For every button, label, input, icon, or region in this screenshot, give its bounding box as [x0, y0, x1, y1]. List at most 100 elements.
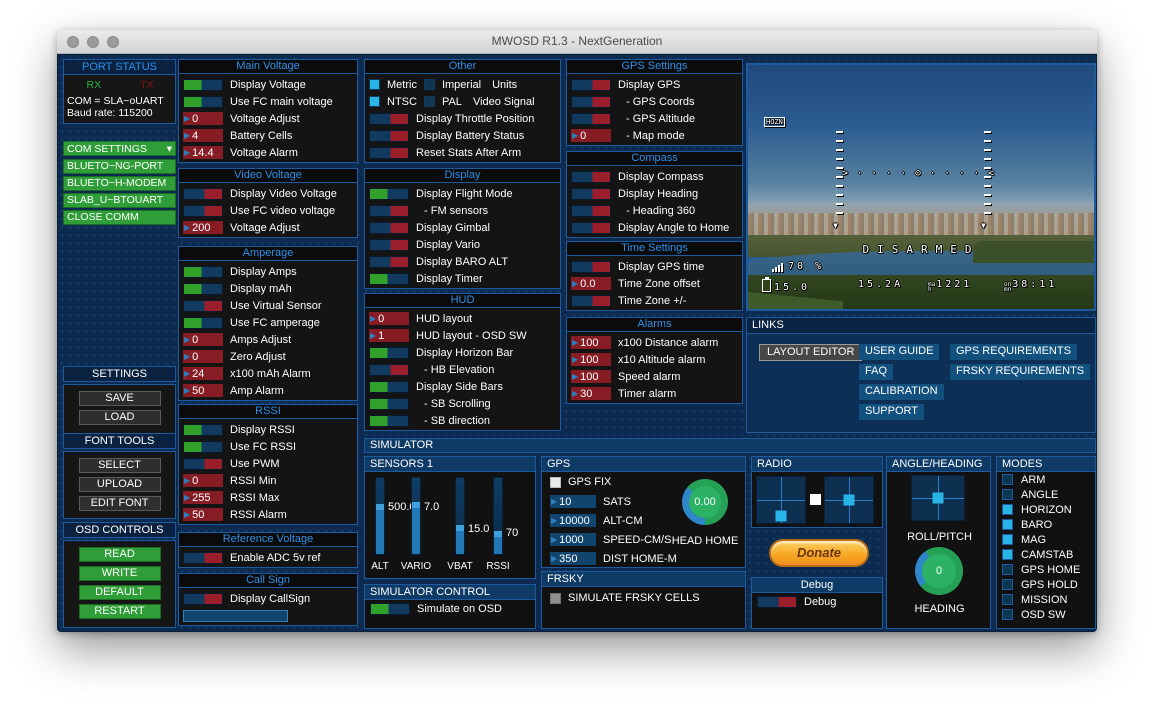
radio-stick-left[interactable] [756, 476, 806, 524]
com-settings-dropdown[interactable]: COM SETTINGS ▾ [63, 141, 176, 156]
checkbox-unchecked[interactable] [424, 79, 435, 90]
link-button[interactable]: FRSKY REQUIREMENTS [950, 364, 1090, 380]
toggle-off[interactable] [369, 364, 409, 376]
number-field[interactable]: ▶0 [369, 312, 409, 325]
link-button[interactable]: FAQ [859, 364, 893, 380]
number-field[interactable]: ▶14.4 [183, 146, 223, 159]
toggle-off[interactable] [571, 96, 611, 108]
toggle-on[interactable] [183, 317, 223, 329]
number-field[interactable]: ▶0 [183, 474, 223, 487]
mode-checkbox-unchecked[interactable] [1002, 489, 1013, 500]
donate-button[interactable]: Donate [769, 539, 869, 567]
gps-fix-checkbox[interactable] [550, 477, 561, 488]
toggle-on[interactable] [369, 415, 409, 427]
toggle-off[interactable] [571, 205, 611, 217]
mode-checkbox-checked[interactable] [1002, 504, 1013, 515]
toggle-on[interactable] [369, 398, 409, 410]
toggle-off[interactable] [571, 171, 611, 183]
toggle-off[interactable] [571, 261, 611, 273]
sensor-slider-rssi[interactable]: 70RSSI [493, 477, 503, 577]
roll-pitch-handle[interactable] [933, 493, 944, 504]
toggle-off[interactable] [571, 188, 611, 200]
toggle-on[interactable] [183, 424, 223, 436]
number-field[interactable]: ▶255 [183, 491, 223, 504]
com-port-item[interactable]: CLOSE COMM [63, 210, 176, 225]
sensor-slider-vario[interactable]: 7.0VARIO [411, 477, 421, 577]
number-field[interactable]: ▶1 [369, 329, 409, 342]
sensor-slider-vbat[interactable]: 15.0VBAT [455, 477, 465, 577]
toggle-off[interactable] [571, 79, 611, 91]
debug-toggle[interactable] [757, 596, 797, 608]
toggle-on[interactable] [183, 283, 223, 295]
com-port-item[interactable]: BLUETO~H-MODEM [63, 176, 176, 191]
gps-number-field[interactable]: ▶10 [550, 495, 596, 508]
toggle-on[interactable] [183, 441, 223, 453]
simulate-on-osd-toggle[interactable] [370, 603, 410, 615]
toggle-off[interactable] [571, 222, 611, 234]
osd-controls-button[interactable]: WRITE [79, 566, 161, 581]
simulate-frsky-cells-checkbox[interactable] [550, 593, 561, 604]
radio-stick-right[interactable] [824, 476, 874, 524]
com-port-item[interactable]: SLAB_U~BTOUART [63, 193, 176, 208]
radio-stick-left-handle[interactable] [776, 511, 787, 522]
number-field[interactable]: ▶100 [571, 336, 611, 349]
checkbox-unchecked[interactable] [424, 96, 435, 107]
toggle-off[interactable] [183, 458, 223, 470]
toggle-off[interactable] [369, 130, 409, 142]
mode-checkbox-unchecked[interactable] [1002, 609, 1013, 620]
number-field[interactable]: ▶0 [571, 129, 611, 142]
toggle-on[interactable] [369, 273, 409, 285]
number-field[interactable]: ▶30 [571, 387, 611, 400]
settings-button[interactable]: SAVE [79, 391, 161, 406]
osd-controls-button[interactable]: READ [79, 547, 161, 562]
osd-controls-button[interactable]: RESTART [79, 604, 161, 619]
toggle-on[interactable] [183, 266, 223, 278]
mode-checkbox-unchecked[interactable] [1002, 564, 1013, 575]
link-button[interactable]: GPS REQUIREMENTS [950, 344, 1077, 360]
mode-checkbox-checked[interactable] [1002, 549, 1013, 560]
toggle-off[interactable] [369, 147, 409, 159]
mode-checkbox-checked[interactable] [1002, 534, 1013, 545]
link-button[interactable]: USER GUIDE [859, 344, 939, 360]
number-field[interactable]: ▶0 [183, 350, 223, 363]
settings-button[interactable]: LOAD [79, 410, 161, 425]
number-field[interactable]: ▶0 [183, 112, 223, 125]
number-field[interactable]: ▶0.0 [571, 277, 611, 290]
font-tools-button[interactable]: UPLOAD [79, 477, 161, 492]
number-field[interactable]: ▶100 [571, 370, 611, 383]
head-home-dial[interactable]: 0.00 [682, 479, 728, 525]
com-port-item[interactable]: BLUETO~NG-PORT [63, 159, 176, 174]
toggle-off[interactable] [183, 552, 223, 564]
link-button[interactable]: SUPPORT [859, 404, 924, 420]
layout-editor-button[interactable]: LAYOUT EDITOR [759, 344, 862, 361]
toggle-off[interactable] [369, 239, 409, 251]
font-tools-button[interactable]: EDIT FONT [79, 496, 161, 511]
number-field[interactable]: ▶50 [183, 384, 223, 397]
checkbox-checked[interactable] [369, 96, 380, 107]
number-field[interactable]: ▶24 [183, 367, 223, 380]
gps-number-field[interactable]: ▶350 [550, 552, 596, 565]
mode-checkbox-unchecked[interactable] [1002, 474, 1013, 485]
toggle-off[interactable] [369, 222, 409, 234]
font-tools-button[interactable]: SELECT [79, 458, 161, 473]
toggle-off[interactable] [369, 256, 409, 268]
number-field[interactable]: ▶200 [183, 221, 223, 234]
toggle-off[interactable] [571, 295, 611, 307]
gps-number-field[interactable]: ▶10000 [550, 514, 596, 527]
number-field[interactable]: ▶100 [571, 353, 611, 366]
callsign-input[interactable] [183, 610, 288, 622]
osd-controls-button[interactable]: DEFAULT [79, 585, 161, 600]
mode-checkbox-unchecked[interactable] [1002, 594, 1013, 605]
toggle-off[interactable] [369, 205, 409, 217]
toggle-off[interactable] [183, 188, 223, 200]
toggle-off[interactable] [183, 300, 223, 312]
toggle-off[interactable] [369, 113, 409, 125]
roll-pitch-pad[interactable] [911, 475, 965, 521]
link-button[interactable]: CALIBRATION [859, 384, 944, 400]
toggle-on[interactable] [369, 381, 409, 393]
checkbox-checked[interactable] [369, 79, 380, 90]
toggle-on[interactable] [183, 96, 223, 108]
sensor-slider-alt[interactable]: 500.0ALT [375, 477, 385, 577]
mode-checkbox-unchecked[interactable] [1002, 579, 1013, 590]
toggle-off[interactable] [183, 205, 223, 217]
